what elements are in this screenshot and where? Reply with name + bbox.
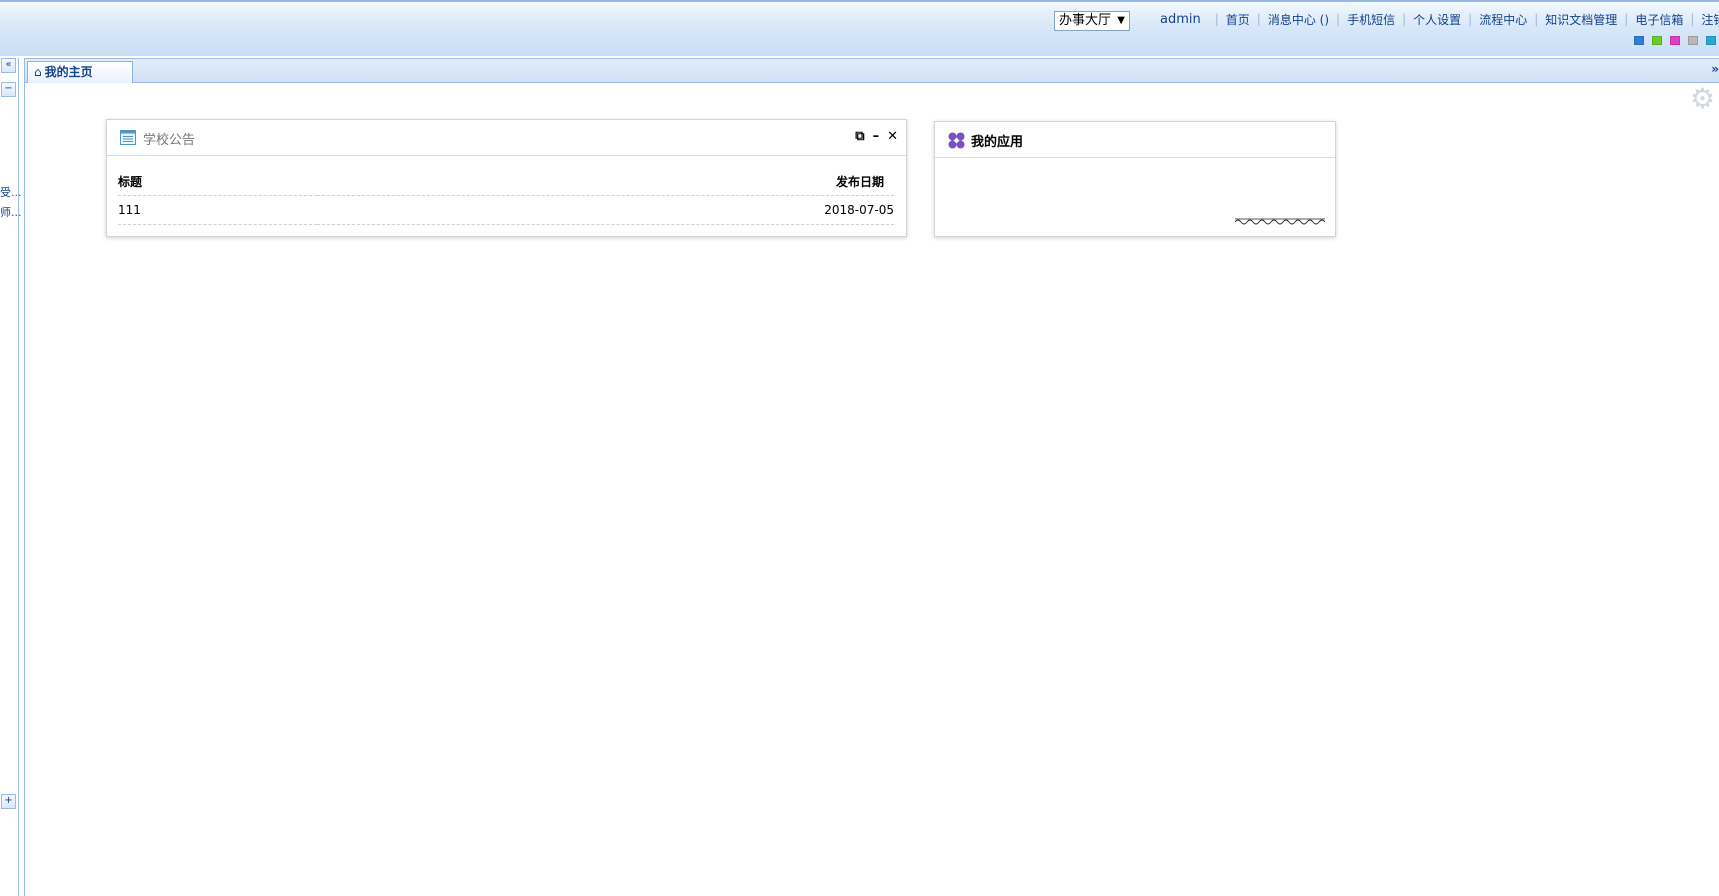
hall-select-value: 办事大厅 [1059, 13, 1112, 28]
column-header-date: 发布日期 [316, 167, 894, 196]
loading-squiggle-icon [1235, 218, 1325, 225]
expand-sidebar-button[interactable]: « [1, 58, 16, 73]
nav-sms[interactable]: 手机短信 [1347, 11, 1395, 28]
portlet-header: 我的应用 [935, 122, 1335, 158]
left-sidebar-collapsed: « − 受... 师... + [0, 58, 22, 896]
nav-personal-settings[interactable]: 个人设置 [1413, 11, 1461, 28]
sidebar-item-snippet[interactable]: 受... [0, 184, 22, 200]
nav-separator: | [1534, 12, 1539, 26]
portlet-school-notice: 学校公告 ⧉ – ✕ 标题 发布日期 111 2018-07-05 [106, 119, 907, 237]
notice-table: 标题 发布日期 111 2018-07-05 [118, 167, 894, 225]
table-header-row: 标题 发布日期 [118, 167, 894, 196]
theme-blue[interactable] [1634, 36, 1644, 45]
theme-pink[interactable] [1670, 36, 1680, 45]
theme-green[interactable] [1652, 36, 1662, 45]
sidebar-item-snippet[interactable]: 师... [0, 204, 22, 220]
home-icon: ⌂ [34, 65, 42, 79]
notice-title-cell[interactable]: 111 [118, 195, 317, 225]
minimize-icon[interactable]: – [873, 129, 880, 144]
nav-separator: | [1624, 12, 1629, 26]
close-icon[interactable]: ✕ [887, 129, 898, 144]
expand-menu-button[interactable]: + [1, 794, 16, 809]
nav-message-center[interactable]: 消息中心 () [1268, 11, 1329, 28]
top-nav: admin | 首页 | 消息中心 () | 手机短信 | 个人设置 | 流程中… [1160, 10, 1719, 28]
notice-date-cell: 2018-07-05 [316, 195, 894, 225]
nav-email[interactable]: 电子信箱 [1635, 11, 1683, 28]
nav-separator: | [1214, 12, 1219, 26]
portlet-header: 学校公告 ⧉ – ✕ [107, 120, 906, 156]
top-header: 办事大厅 ▼ admin | 首页 | 消息中心 () | 手机短信 | 个人设… [0, 0, 1719, 56]
portlet-tools: ⧉ – ✕ [855, 129, 898, 144]
current-user[interactable]: admin [1160, 12, 1201, 27]
tab-strip: ⌂ 我的主页 » [24, 58, 1719, 83]
nav-separator: | [1336, 12, 1341, 26]
tab-label: 我的主页 [44, 65, 93, 79]
portlet-my-apps: 我的应用 [934, 121, 1336, 237]
nav-home[interactable]: 首页 [1226, 11, 1250, 28]
nav-separator: | [1690, 12, 1695, 26]
nav-knowledge-docs[interactable]: 知识文档管理 [1545, 11, 1617, 28]
list-document-icon [120, 130, 136, 145]
nav-separator: | [1468, 12, 1473, 26]
nav-separator: | [1256, 12, 1261, 26]
nav-logout[interactable]: 注销 [1701, 11, 1719, 28]
nav-separator: | [1402, 12, 1407, 26]
gear-icon[interactable]: ⚙ [1690, 84, 1715, 114]
theme-gray[interactable] [1688, 36, 1698, 45]
column-header-title: 标题 [118, 167, 317, 196]
table-row[interactable]: 111 2018-07-05 [118, 195, 894, 225]
theme-cyan[interactable] [1706, 36, 1716, 45]
chevron-down-icon: ▼ [1117, 15, 1125, 26]
portlet-title: 学校公告 [143, 133, 196, 148]
restore-icon[interactable]: ⧉ [855, 129, 864, 144]
nav-workflow-center[interactable]: 流程中心 [1479, 11, 1527, 28]
collapse-menu-button[interactable]: − [1, 82, 16, 97]
tab-my-home[interactable]: ⌂ 我的主页 [27, 61, 133, 83]
tab-scroll-right-button[interactable]: » [1711, 62, 1719, 76]
apps-icon [948, 132, 965, 149]
hall-select[interactable]: 办事大厅 ▼ [1054, 11, 1130, 31]
theme-switcher [1634, 36, 1716, 45]
portlet-title: 我的应用 [971, 135, 1024, 150]
